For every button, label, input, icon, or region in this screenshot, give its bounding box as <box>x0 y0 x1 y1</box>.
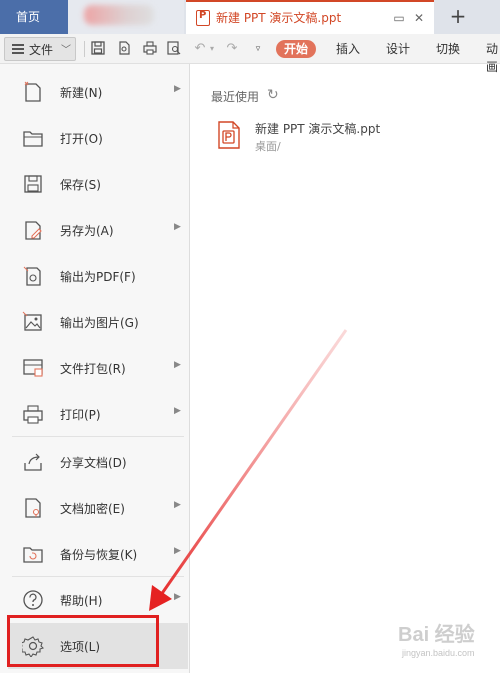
watermark: Bai 经验 jingyan.baidu.com <box>380 618 498 668</box>
menu-item-label: 新建(N) <box>60 86 103 100</box>
export-image-icon <box>22 311 44 333</box>
menu-item-backup[interactable]: 备份与恢复(K) ▶ <box>8 534 188 574</box>
tab-animation[interactable]: 动画 <box>486 40 500 74</box>
chevron-down-icon[interactable]: ▾ <box>204 41 220 57</box>
blurred-tab-content <box>84 5 154 25</box>
menu-item-open[interactable]: 打开(O) <box>8 118 188 158</box>
folder-open-icon <box>22 127 44 149</box>
tab-document-title: 新建 PPT 演示文稿.ppt <box>216 11 342 25</box>
tab-bar: 首页 新建 PPT 演示文稿.ppt ▭ ✕ + <box>0 0 500 34</box>
recent-file-item[interactable]: 新建 PPT 演示文稿.ppt 桌面/ <box>211 114 411 158</box>
menu-item-label: 备份与恢复(K) <box>60 548 138 562</box>
export-pdf-icon[interactable] <box>116 41 132 57</box>
close-icon[interactable]: ✕ <box>412 11 426 25</box>
menu-divider <box>12 576 184 577</box>
menu-item-export-pdf[interactable]: 输出为PDF(F) <box>8 256 188 296</box>
chevron-right-icon: ▶ <box>174 592 181 602</box>
refresh-icon[interactable]: ↻ <box>267 87 279 103</box>
tab-document[interactable]: 新建 PPT 演示文稿.ppt ▭ ✕ <box>186 0 434 34</box>
menu-item-print[interactable]: 打印(P) ▶ <box>8 394 188 434</box>
backup-icon <box>22 543 44 565</box>
file-menu-label: 文件 <box>29 43 54 57</box>
print-preview-icon[interactable] <box>166 41 182 57</box>
encrypt-icon <box>22 497 44 519</box>
file-menu-panel: 新建(N) ▶ 打开(O) 保存(S) 另存为(A) ▶ 输出为PDF(F) 输… <box>0 64 190 673</box>
tab-home-ribbon[interactable]: 开始 <box>276 40 317 58</box>
menu-item-save[interactable]: 保存(S) <box>8 164 188 204</box>
file-menu-button[interactable]: 文件 ﹀ <box>4 37 76 61</box>
new-tab-button[interactable]: + <box>446 4 470 28</box>
printer-icon[interactable] <box>142 41 158 57</box>
tab-transition[interactable]: 切换 <box>436 40 460 58</box>
menu-item-label: 帮助(H) <box>60 594 103 608</box>
watermark-text: Bai 经验 <box>398 624 475 646</box>
help-icon <box>22 589 44 611</box>
menu-item-new[interactable]: 新建(N) ▶ <box>8 72 188 112</box>
menu-item-share[interactable]: 分享文档(D) <box>8 442 188 482</box>
hamburger-icon <box>12 44 24 54</box>
menu-item-export-image[interactable]: 输出为图片(G) <box>8 302 188 342</box>
chevron-right-icon: ▶ <box>174 500 181 510</box>
menu-item-label: 文档加密(E) <box>60 502 125 516</box>
redo-icon[interactable]: ↷ <box>224 41 240 57</box>
menu-item-label: 打印(P) <box>60 408 101 422</box>
menu-item-label: 文件打包(R) <box>60 362 126 376</box>
menu-item-label: 打开(O) <box>60 132 103 146</box>
chevron-right-icon: ▶ <box>174 406 181 416</box>
menu-item-label: 分享文档(D) <box>60 456 127 470</box>
new-file-icon <box>22 81 44 103</box>
menu-item-encrypt[interactable]: 文档加密(E) ▶ <box>8 488 188 528</box>
save-as-icon <box>22 219 44 241</box>
recent-section-title: 最近使用 <box>211 90 260 104</box>
tab-design[interactable]: 设计 <box>386 40 410 58</box>
chevron-right-icon: ▶ <box>174 84 181 94</box>
menu-item-help[interactable]: 帮助(H) ▶ <box>8 580 188 620</box>
menu-item-package[interactable]: 文件打包(R) ▶ <box>8 348 188 388</box>
chevron-right-icon: ▶ <box>174 360 181 370</box>
chevron-right-icon: ▶ <box>174 546 181 556</box>
ppt-file-icon <box>196 10 210 26</box>
quick-toolbar: 文件 ﹀ ↶ ▾ ↷ ▿ 开始 插入 设计 切换 动画 <box>0 34 500 74</box>
chevron-down-icon: ﹀ <box>61 45 71 56</box>
menu-divider <box>12 436 184 437</box>
save-icon <box>22 173 44 195</box>
recent-file-name: 新建 PPT 演示文稿.ppt <box>255 122 381 136</box>
tab-home[interactable]: 首页 <box>0 0 68 34</box>
ppt-file-icon <box>217 120 241 150</box>
menu-item-label: 另存为(A) <box>60 224 114 238</box>
toolbar-divider <box>84 41 85 57</box>
monitor-icon[interactable]: ▭ <box>392 11 406 25</box>
tab-insert[interactable]: 插入 <box>336 40 360 58</box>
menu-item-label: 保存(S) <box>60 178 101 192</box>
recent-file-path: 桌面/ <box>255 140 281 153</box>
export-pdf-icon <box>22 265 44 287</box>
package-icon <box>22 357 44 379</box>
customize-toolbar-icon[interactable]: ▿ <box>250 41 266 57</box>
printer-icon <box>22 403 44 425</box>
options-highlight-box <box>7 615 159 667</box>
save-icon[interactable] <box>90 41 106 57</box>
chevron-right-icon: ▶ <box>174 222 181 232</box>
menu-item-label: 输出为图片(G) <box>60 316 139 330</box>
menu-item-label: 输出为PDF(F) <box>60 270 136 284</box>
share-icon <box>22 451 44 473</box>
menu-item-save-as[interactable]: 另存为(A) ▶ <box>8 210 188 250</box>
watermark-url: jingyan.baidu.com <box>402 648 475 658</box>
